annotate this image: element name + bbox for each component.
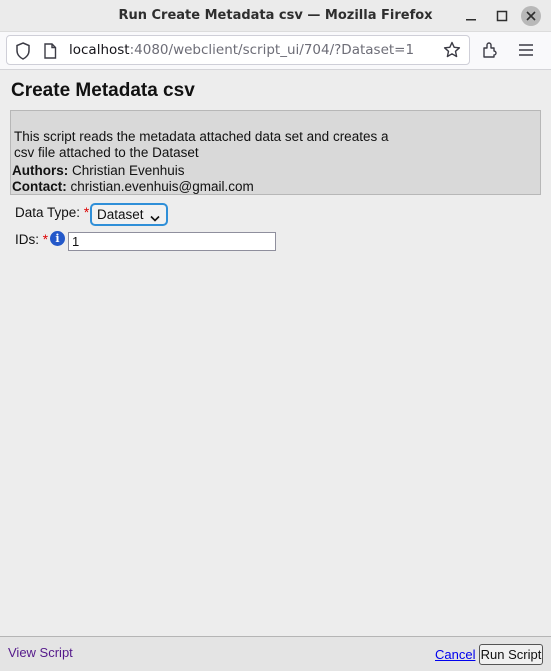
extensions-icon[interactable] (481, 41, 499, 63)
authors-label: Authors: (12, 163, 69, 178)
required-mark: * (42, 232, 49, 247)
view-script-link[interactable]: View Script (8, 645, 73, 660)
url-path: :4080/webclient/script_ui/704/?Dataset=1 (129, 42, 415, 58)
dialog-footer: View Script Cancel Run Script (0, 636, 551, 671)
chevron-down-icon (150, 211, 160, 226)
close-icon[interactable] (521, 6, 541, 26)
data-type-value: Dataset (97, 207, 144, 222)
ids-label-text: IDs: (15, 232, 40, 247)
data-type-label: Data Type: * (15, 205, 89, 220)
script-description: This script reads the metadata attached … (14, 129, 389, 160)
contact-value: christian.evenhuis@gmail.com (66, 179, 254, 194)
star-icon[interactable] (443, 41, 461, 63)
browser-navbar: localhost:4080/webclient/script_ui/704/?… (0, 32, 551, 70)
window-titlebar: Run Create Metadata csv — Mozilla Firefo… (0, 0, 551, 32)
contact-line: Contact: christian.evenhuis@gmail.com (12, 179, 254, 194)
script-description-box: This script reads the metadata attached … (10, 110, 541, 195)
ids-label: IDs: * (15, 232, 48, 247)
maximize-icon[interactable] (492, 6, 512, 26)
url-text[interactable]: localhost:4080/webclient/script_ui/704/?… (69, 42, 414, 58)
url-bar[interactable]: localhost:4080/webclient/script_ui/704/?… (6, 35, 470, 65)
minimize-icon[interactable] (461, 6, 481, 26)
required-mark: * (83, 205, 90, 220)
authors-line: Authors: Christian Evenhuis (12, 163, 185, 178)
info-icon[interactable]: i (50, 231, 65, 246)
ids-input[interactable] (68, 232, 276, 251)
menu-icon[interactable] (518, 42, 534, 61)
shield-icon[interactable] (15, 42, 31, 64)
page-content: Create Metadata csv This script reads th… (0, 70, 551, 636)
page-icon (43, 43, 57, 63)
data-type-select[interactable]: Dataset (90, 203, 168, 226)
contact-label: Contact: (12, 179, 67, 194)
authors-value: Christian Evenhuis (68, 163, 185, 178)
url-host: localhost (69, 42, 130, 58)
page-title: Create Metadata csv (11, 80, 195, 101)
run-script-button[interactable]: Run Script (479, 644, 543, 665)
cancel-link[interactable]: Cancel (435, 647, 475, 662)
data-type-label-text: Data Type: (15, 205, 81, 220)
